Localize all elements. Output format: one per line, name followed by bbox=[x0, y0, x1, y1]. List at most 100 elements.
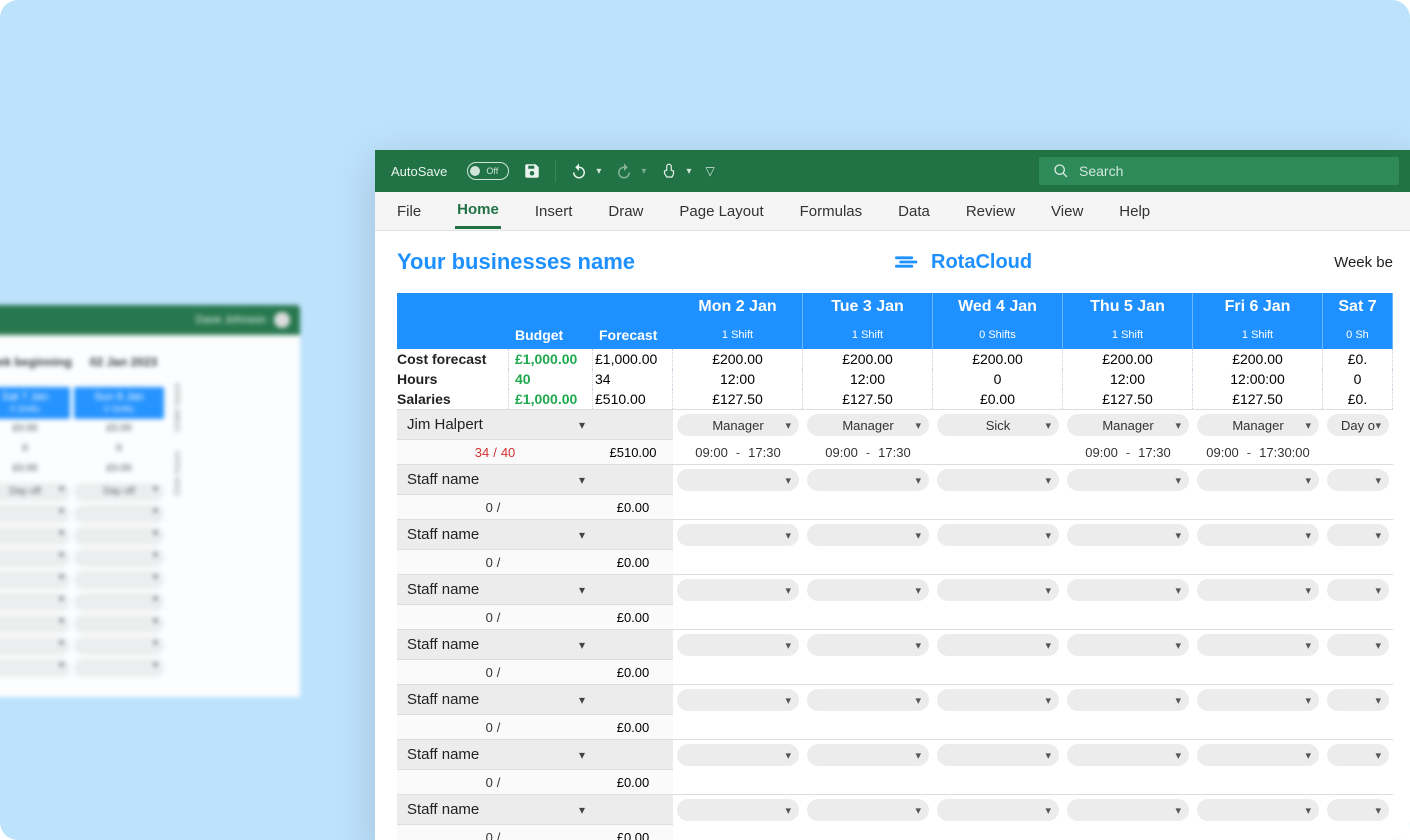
staff-name-select[interactable]: Staff name▾ bbox=[397, 795, 593, 825]
role-select[interactable]: ▾ bbox=[1197, 744, 1319, 766]
role-select[interactable]: ▾ bbox=[1327, 744, 1389, 766]
autosave-toggle[interactable]: Off bbox=[467, 162, 509, 180]
role-select[interactable]: ▾ bbox=[677, 524, 799, 546]
role-select[interactable]: Manager▾ bbox=[1067, 414, 1189, 436]
preview-role-select[interactable] bbox=[0, 637, 70, 655]
role-select[interactable]: Day o▾ bbox=[1327, 414, 1389, 436]
role-select[interactable]: ▾ bbox=[937, 689, 1059, 711]
role-select[interactable]: ▾ bbox=[1197, 524, 1319, 546]
preview-role-select[interactable] bbox=[74, 659, 164, 677]
chevron-down-icon[interactable]: ▾ bbox=[596, 166, 601, 177]
staff-name-select[interactable]: Staff name▾ bbox=[397, 740, 593, 770]
role-select[interactable]: ▾ bbox=[1197, 579, 1319, 601]
role-select[interactable]: ▾ bbox=[937, 799, 1059, 821]
tab-data[interactable]: Data bbox=[896, 195, 932, 228]
role-select[interactable]: ▾ bbox=[1197, 469, 1319, 491]
role-select[interactable]: Manager▾ bbox=[1197, 414, 1319, 436]
role-select[interactable]: ▾ bbox=[1327, 469, 1389, 491]
redo-icon[interactable] bbox=[615, 162, 633, 180]
role-select[interactable]: ▾ bbox=[1197, 689, 1319, 711]
role-select[interactable]: ▾ bbox=[807, 469, 929, 491]
staff-name-select[interactable]: Staff name▾ bbox=[397, 630, 593, 660]
role-select[interactable]: ▾ bbox=[937, 579, 1059, 601]
role-select[interactable]: ▾ bbox=[1327, 524, 1389, 546]
role-select[interactable]: ▾ bbox=[677, 469, 799, 491]
undo-icon[interactable] bbox=[570, 162, 588, 180]
preview-role-select[interactable]: Day off bbox=[74, 483, 164, 501]
role-select[interactable]: Manager▾ bbox=[677, 414, 799, 436]
role-select[interactable]: ▾ bbox=[807, 799, 929, 821]
tab-formulas[interactable]: Formulas bbox=[798, 195, 865, 228]
role-select[interactable]: ▾ bbox=[1327, 799, 1389, 821]
role-select[interactable]: ▾ bbox=[807, 634, 929, 656]
role-select[interactable]: ▾ bbox=[677, 689, 799, 711]
role-select[interactable]: ▾ bbox=[807, 689, 929, 711]
preview-role-select[interactable] bbox=[0, 571, 70, 589]
role-select[interactable]: ▾ bbox=[1067, 634, 1189, 656]
preview-role-select[interactable] bbox=[74, 637, 164, 655]
preview-role-select[interactable] bbox=[0, 505, 70, 523]
role-select[interactable]: ▾ bbox=[807, 524, 929, 546]
touch-icon[interactable] bbox=[660, 162, 678, 180]
staff-name-select[interactable]: Staff name▾ bbox=[397, 520, 593, 550]
search-box[interactable]: Search bbox=[1039, 157, 1399, 185]
shift-times[interactable]: 09:00-17:30 bbox=[1063, 440, 1193, 464]
qat-overflow[interactable]: ▽ bbox=[705, 164, 714, 178]
role-select[interactable]: ▾ bbox=[1197, 634, 1319, 656]
role-select[interactable]: ▾ bbox=[1327, 634, 1389, 656]
role-select[interactable]: ▾ bbox=[1067, 524, 1189, 546]
tab-help[interactable]: Help bbox=[1117, 195, 1152, 228]
preview-role-select[interactable] bbox=[74, 615, 164, 633]
role-select[interactable]: ▾ bbox=[677, 799, 799, 821]
role-select[interactable]: ▾ bbox=[677, 579, 799, 601]
chevron-down-icon[interactable]: ▾ bbox=[641, 166, 646, 177]
preview-role-select[interactable] bbox=[0, 593, 70, 611]
preview-role-select[interactable] bbox=[74, 571, 164, 589]
staff-name-select[interactable]: Staff name▾ bbox=[397, 465, 593, 495]
preview-role-select[interactable] bbox=[74, 549, 164, 567]
role-select[interactable]: ▾ bbox=[807, 579, 929, 601]
chevron-down-icon[interactable]: ▾ bbox=[686, 166, 691, 177]
role-select[interactable]: ▾ bbox=[1197, 799, 1319, 821]
role-select[interactable]: ▾ bbox=[1067, 469, 1189, 491]
staff-name-select[interactable]: Jim Halpert▾ bbox=[397, 410, 593, 440]
business-name[interactable]: Your businesses name bbox=[397, 249, 635, 275]
role-select[interactable]: Manager▾ bbox=[807, 414, 929, 436]
preview-role-select[interactable] bbox=[0, 659, 70, 677]
staff-name-select[interactable]: Staff name▾ bbox=[397, 685, 593, 715]
shift-times[interactable]: 09:00-17:30 bbox=[673, 440, 803, 464]
role-select[interactable]: ▾ bbox=[1327, 579, 1389, 601]
role-select[interactable]: ▾ bbox=[1067, 579, 1189, 601]
role-select[interactable]: ▾ bbox=[677, 634, 799, 656]
role-select[interactable]: ▾ bbox=[937, 469, 1059, 491]
role-select[interactable]: ▾ bbox=[937, 524, 1059, 546]
tab-review[interactable]: Review bbox=[964, 195, 1017, 228]
role-select[interactable]: ▾ bbox=[677, 744, 799, 766]
shift-times[interactable]: 09:00-17:30 bbox=[803, 440, 933, 464]
role-select[interactable]: ▾ bbox=[1067, 689, 1189, 711]
preview-role-select[interactable] bbox=[74, 527, 164, 545]
tab-insert[interactable]: Insert bbox=[533, 195, 575, 228]
tab-draw[interactable]: Draw bbox=[606, 195, 645, 228]
tab-view[interactable]: View bbox=[1049, 195, 1085, 228]
role-select[interactable]: ▾ bbox=[937, 744, 1059, 766]
role-select[interactable]: ▾ bbox=[1067, 799, 1189, 821]
preview-role-select[interactable]: Day off bbox=[0, 483, 70, 501]
staff-name-select[interactable]: Staff name▾ bbox=[397, 575, 593, 605]
role-select[interactable]: ▾ bbox=[1067, 744, 1189, 766]
preview-role-select[interactable] bbox=[0, 549, 70, 567]
preview-role-select[interactable] bbox=[74, 505, 164, 523]
role-select[interactable]: Sick▾ bbox=[937, 414, 1059, 436]
preview-role-select[interactable] bbox=[0, 527, 70, 545]
preview-role-select[interactable] bbox=[0, 615, 70, 633]
role-select[interactable]: ▾ bbox=[1327, 689, 1389, 711]
tab-home[interactable]: Home bbox=[455, 193, 501, 229]
shift-times[interactable]: 09:00-17:30:00 bbox=[1193, 440, 1323, 464]
save-icon[interactable] bbox=[523, 162, 541, 180]
role-select[interactable]: ▾ bbox=[807, 744, 929, 766]
role-select[interactable]: ▾ bbox=[937, 634, 1059, 656]
day-header: Fri 6 Jan bbox=[1193, 293, 1323, 321]
tab-file[interactable]: File bbox=[395, 195, 423, 228]
tab-page-layout[interactable]: Page Layout bbox=[677, 195, 765, 228]
preview-role-select[interactable] bbox=[74, 593, 164, 611]
